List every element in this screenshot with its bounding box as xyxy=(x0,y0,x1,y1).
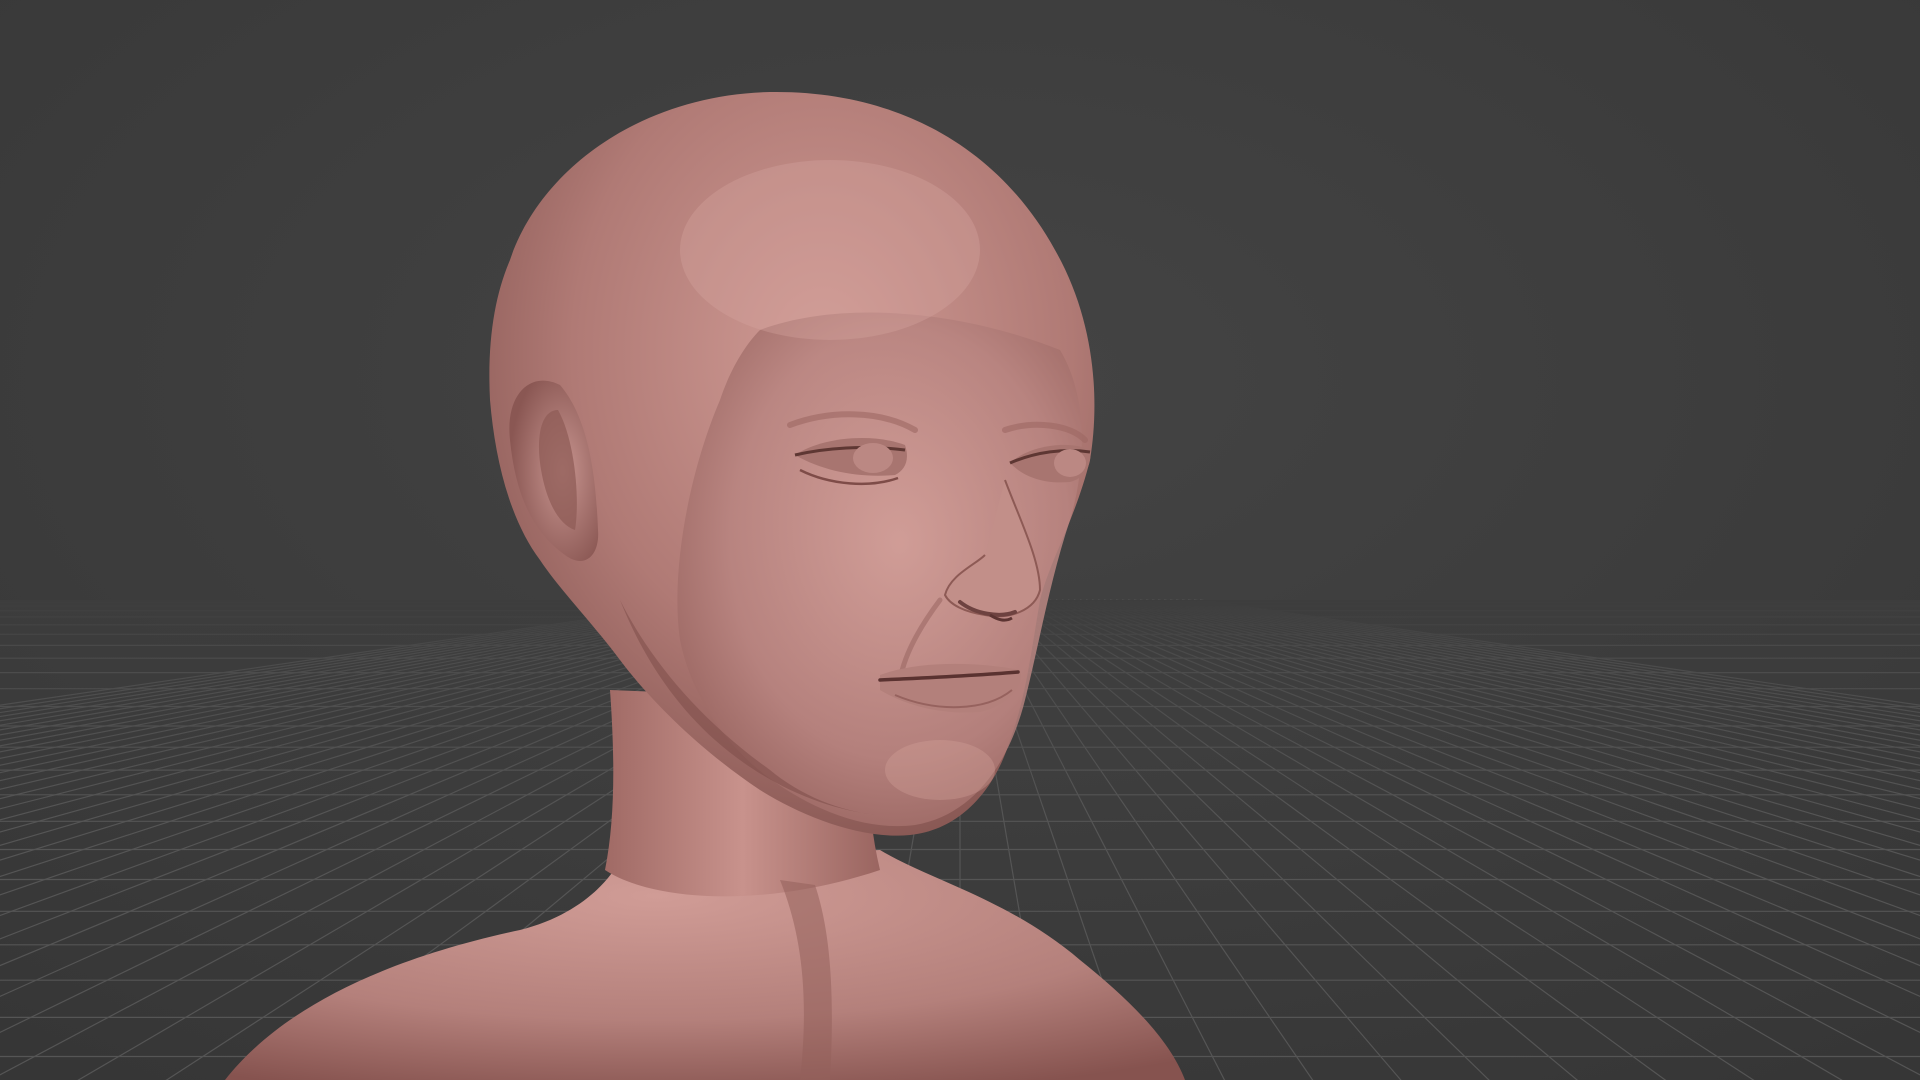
chin-highlight xyxy=(885,740,995,800)
3d-viewport[interactable] xyxy=(0,0,1920,1080)
viewport-canvas xyxy=(0,0,1920,1080)
forehead-highlight xyxy=(680,160,980,340)
